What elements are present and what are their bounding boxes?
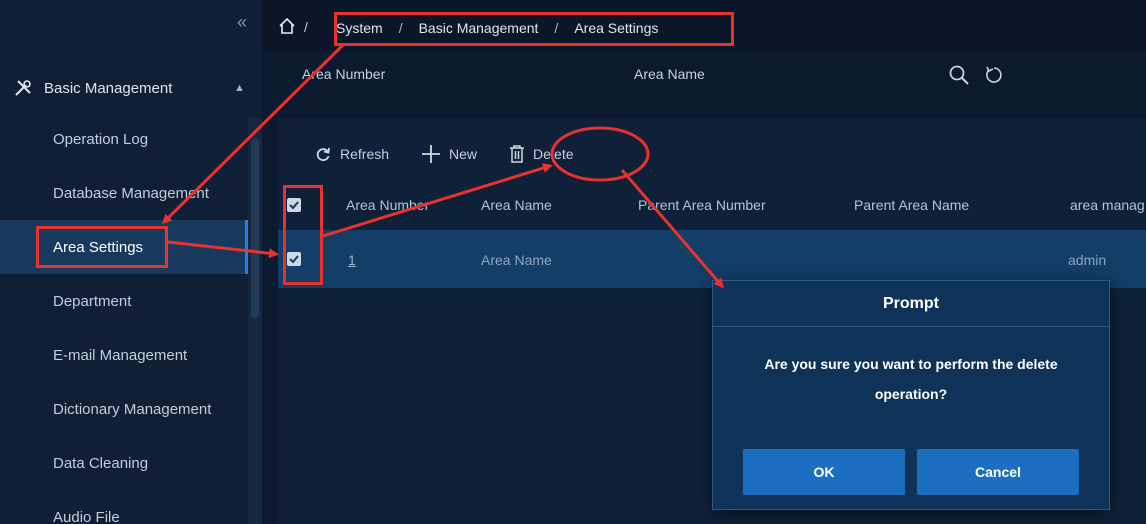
refresh-icon <box>316 147 330 162</box>
refresh-button[interactable]: Refresh <box>314 145 389 163</box>
delete-confirm-dialog: Prompt Are you sure you want to perform … <box>712 280 1110 510</box>
ok-button[interactable]: OK <box>743 449 905 495</box>
delete-label: Delete <box>533 146 574 162</box>
area-settings-highlight-box <box>36 226 168 268</box>
sidebar-group-basic-management[interactable]: Basic Management ▲ <box>0 58 262 118</box>
area-number-filter-label: Area Number <box>302 66 386 82</box>
dialog-message: Are you sure you want to perform the del… <box>764 356 1058 402</box>
sidebar-item-data-cleaning[interactable]: Data Cleaning <box>0 436 248 490</box>
sidebar-item-dictionary-management[interactable]: Dictionary Management <box>0 382 248 436</box>
sidebar-group-label: Basic Management <box>44 79 173 97</box>
column-header-area-name[interactable]: Area Name <box>481 197 552 213</box>
table-header: Area Number Area Name Parent Area Number… <box>278 178 1146 230</box>
new-button[interactable]: New <box>421 144 477 164</box>
column-header-parent-area-number[interactable]: Parent Area Number <box>638 197 766 213</box>
tools-icon <box>15 80 31 96</box>
sidebar-item-database-management[interactable]: Database Management <box>0 166 248 220</box>
checkbox-highlight-box <box>283 185 323 285</box>
column-header-area-number[interactable]: Area Number <box>346 197 429 213</box>
sidebar-scrollbar[interactable] <box>248 118 262 524</box>
chevron-up-icon[interactable]: ▲ <box>234 82 245 94</box>
cell-area-name: Area Name <box>481 252 552 268</box>
breadcrumb-separator: / <box>304 19 308 35</box>
delete-button[interactable]: Delete <box>509 145 574 163</box>
area-name-filter-label: Area Name <box>634 66 705 82</box>
sidebar-item-audio-file[interactable]: Audio File <box>0 490 248 524</box>
search-icon[interactable] <box>948 64 970 86</box>
sidebar-item-department[interactable]: Department <box>0 274 248 328</box>
refresh-label: Refresh <box>340 146 390 162</box>
plus-icon <box>422 145 441 163</box>
scrollbar-thumb[interactable] <box>251 138 259 318</box>
dialog-title: Prompt <box>713 281 1109 327</box>
reset-icon[interactable] <box>984 65 1004 85</box>
home-icon[interactable] <box>278 17 296 35</box>
double-chevron-left-icon[interactable]: « <box>232 12 252 32</box>
trash-icon <box>510 145 525 163</box>
new-label: New <box>449 146 478 162</box>
breadcrumb-highlight-box <box>334 12 734 46</box>
search-bar: Area Number Area Name <box>262 50 1146 102</box>
cell-area-number[interactable]: 1 <box>348 252 356 268</box>
cancel-button[interactable]: Cancel <box>917 449 1079 495</box>
sidebar-item-email-management[interactable]: E-mail Management <box>0 328 248 382</box>
toolbar: Refresh New Delete <box>278 136 606 172</box>
column-header-area-manager[interactable]: area manag <box>1070 197 1146 213</box>
cell-area-manager: admin <box>1068 252 1107 268</box>
sidebar-item-operation-log[interactable]: Operation Log <box>0 112 248 166</box>
column-header-parent-area-name[interactable]: Parent Area Name <box>854 197 969 213</box>
